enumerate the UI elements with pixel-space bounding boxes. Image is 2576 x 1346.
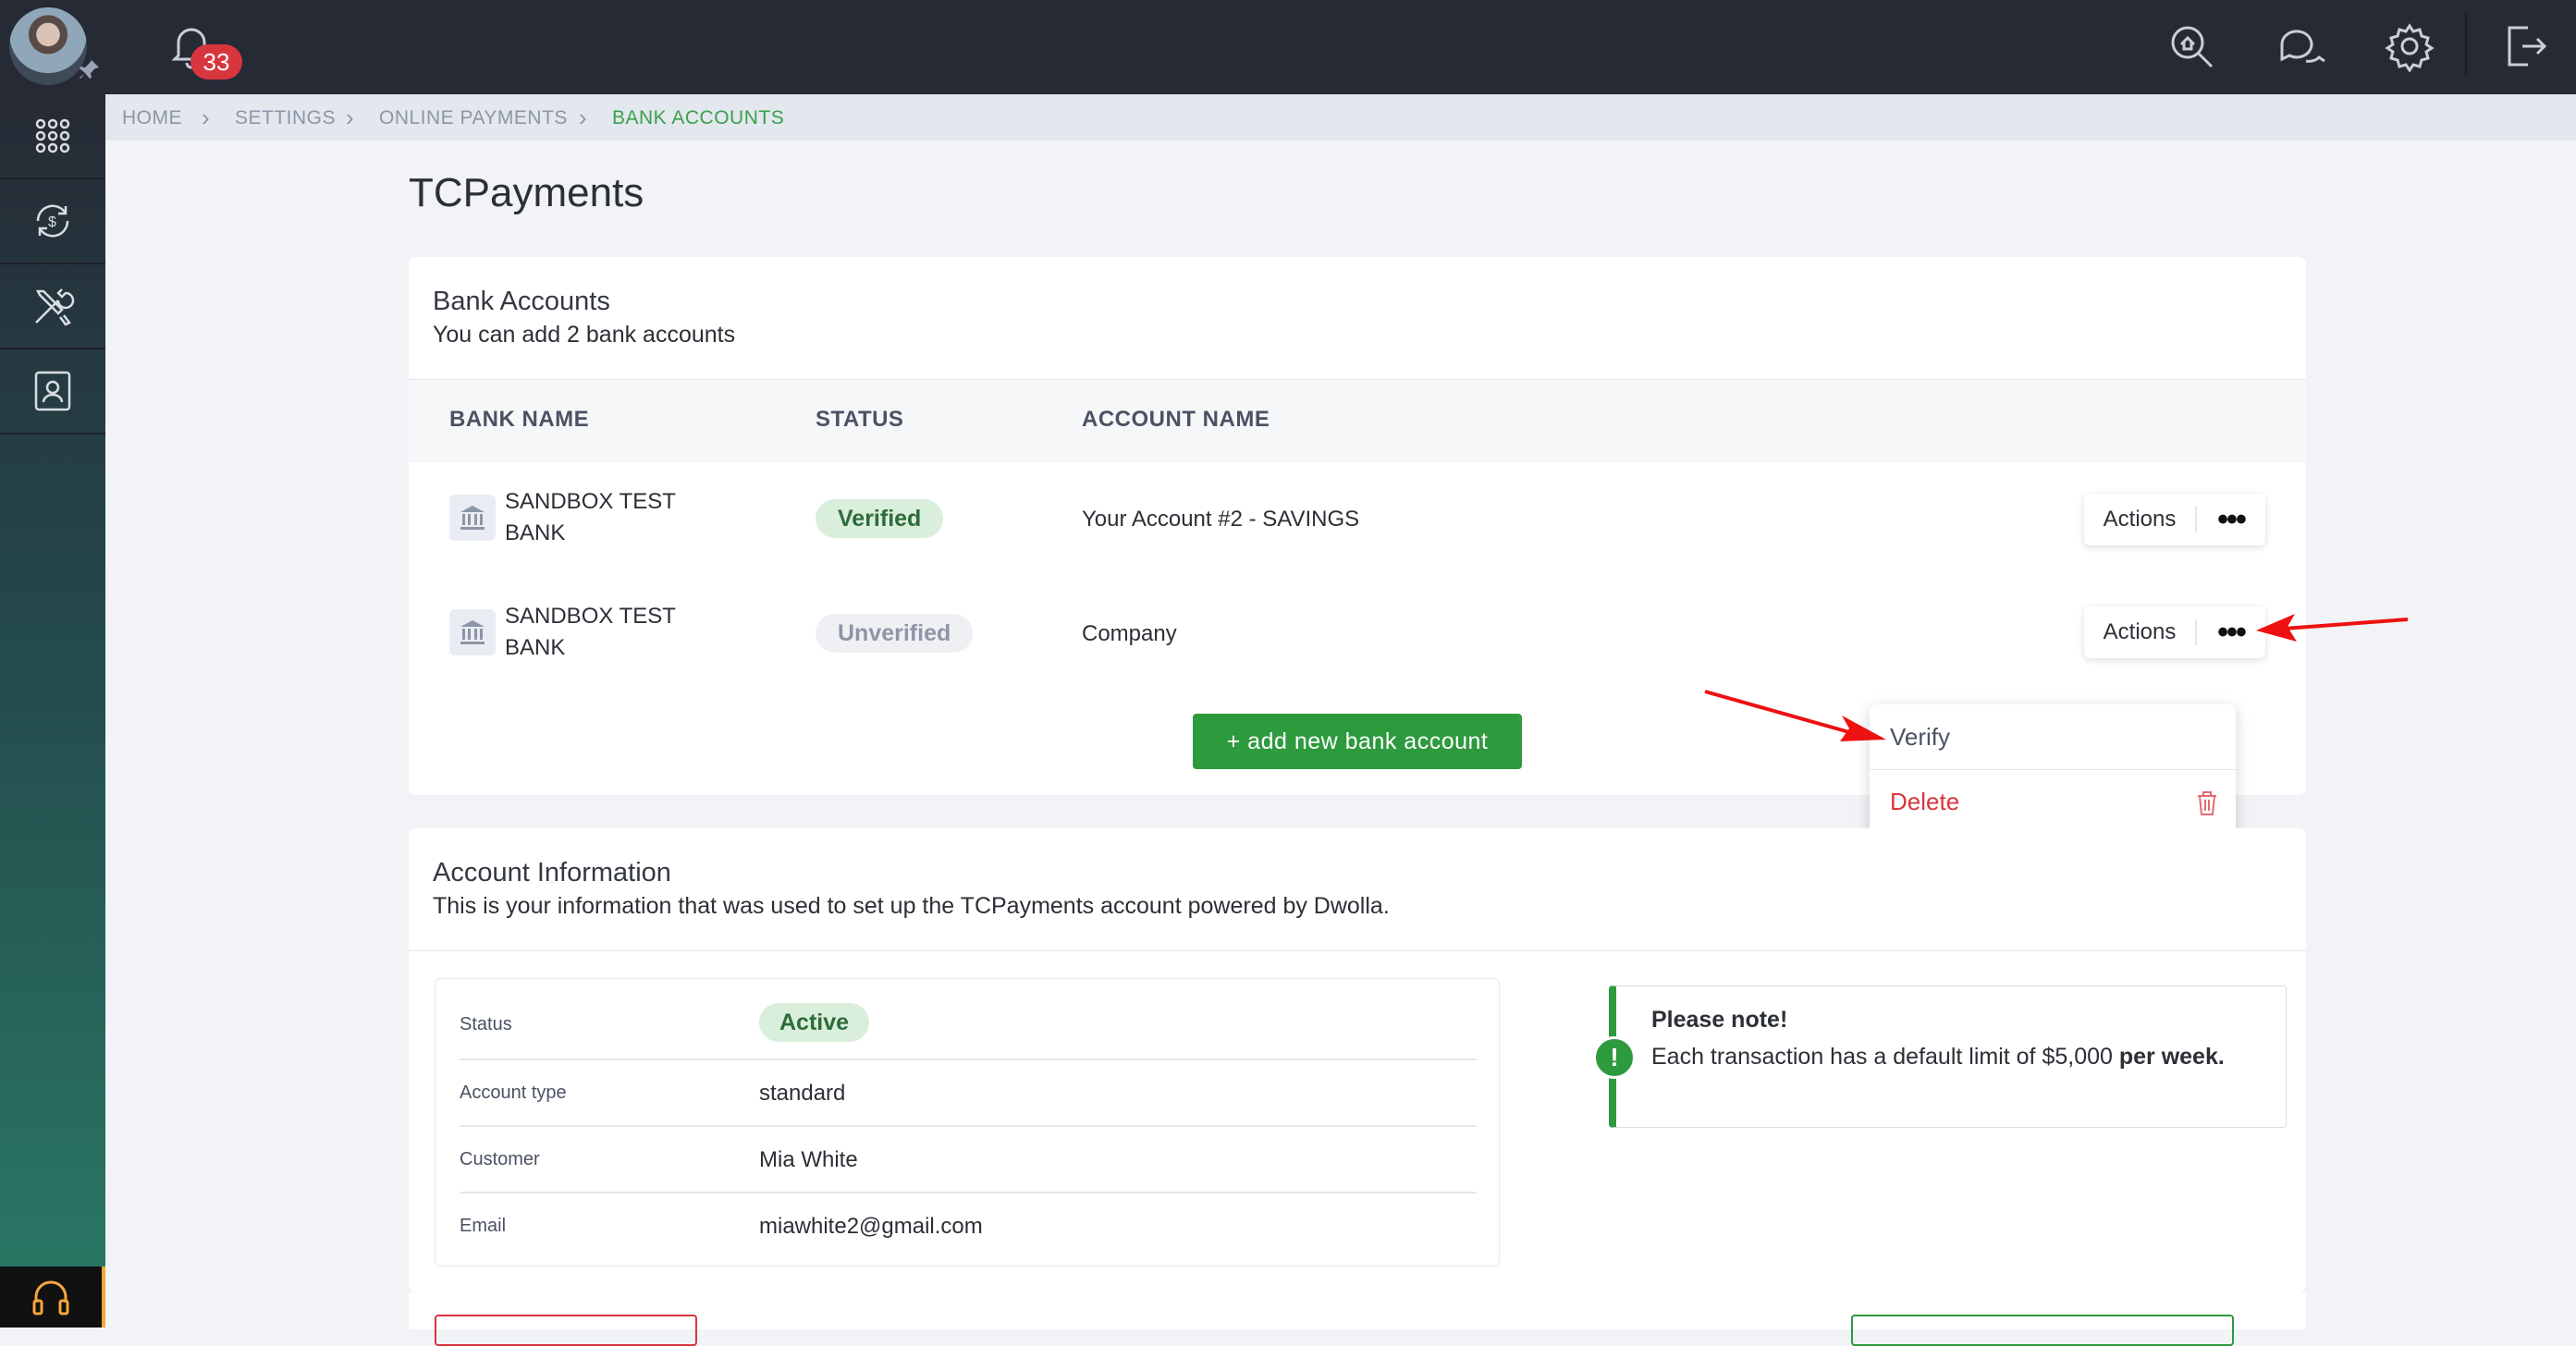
sidebar: $ (0, 94, 105, 1328)
status-badge: Active (759, 1003, 870, 1042)
add-bank-account-button[interactable]: + add new bank account (1193, 714, 1522, 769)
note-text: Each transaction has a default limit of … (1651, 1044, 2225, 1070)
sidebar-item-payments[interactable]: $ (0, 179, 105, 264)
logout-icon[interactable] (2498, 20, 2550, 72)
divider (409, 950, 2306, 951)
gear-icon[interactable] (2384, 20, 2435, 73)
menu-divider (1870, 769, 2236, 770)
account-name: Your Account #2 - SAVINGS (1082, 507, 1360, 532)
danger-button[interactable] (435, 1315, 697, 1346)
trash-icon[interactable] (2195, 789, 2219, 817)
page-title: TCPayments (409, 170, 644, 215)
avatar[interactable] (9, 7, 87, 85)
svg-text:$: $ (48, 214, 56, 230)
actions-button[interactable]: Actions ••• (2084, 606, 2265, 658)
primary-button[interactable] (1851, 1315, 2234, 1346)
field-value-account-type: standard (759, 1081, 846, 1106)
column-bank-name: BANK NAME (449, 407, 590, 432)
topbar-divider (2465, 13, 2467, 76)
field-label-account-type: Account type (460, 1083, 567, 1103)
sidebar-item-contacts[interactable] (0, 349, 105, 434)
note-callout: ! Please note! Each transaction has a de… (1593, 985, 2287, 1128)
sidebar-item-tools[interactable] (0, 264, 105, 349)
breadcrumb-home[interactable]: HOME (122, 107, 182, 129)
annotation-arrow-icon (2256, 614, 2409, 642)
column-account-name: ACCOUNT NAME (1082, 407, 1270, 432)
support-button[interactable] (0, 1266, 105, 1328)
contact-card-icon (34, 371, 71, 411)
bank-icon (449, 495, 496, 541)
chevron-right-icon: › (579, 104, 587, 131)
account-details-box: Status Active Account type standard Cust… (435, 978, 1500, 1266)
actions-label[interactable]: Actions (2084, 619, 2197, 645)
bank-accounts-title: Bank Accounts (433, 287, 610, 316)
pin-icon (78, 57, 102, 81)
money-cycle-icon: $ (36, 204, 69, 238)
bank-name: SANDBOX TEST BANK (505, 604, 676, 660)
search-icon[interactable] (2165, 20, 2217, 72)
top-bar: 33 (0, 0, 2576, 94)
account-info-title: Account Information (433, 858, 671, 887)
annotation-arrow-icon (1704, 690, 1886, 741)
chat-icon[interactable] (2275, 20, 2326, 72)
breadcrumb-online-payments[interactable]: ONLINE PAYMENTS (379, 107, 568, 129)
divider (460, 1192, 1477, 1193)
note-title: Please note! (1651, 1007, 1788, 1033)
more-icon[interactable]: ••• (2197, 615, 2265, 651)
chevron-right-icon: › (346, 104, 354, 131)
chevron-right-icon: › (202, 104, 210, 131)
exclamation-icon: ! (1593, 1036, 1636, 1079)
account-info-subtitle: This is your information that was used t… (433, 893, 1390, 919)
table-header (409, 379, 2306, 464)
bank-accounts-subtitle: You can add 2 bank accounts (433, 322, 736, 348)
actions-label[interactable]: Actions (2084, 507, 2197, 532)
sidebar-item-apps[interactable] (0, 94, 105, 179)
bank-name: SANDBOX TEST BANK (505, 489, 676, 545)
actions-button[interactable]: Actions ••• (2084, 494, 2265, 545)
more-icon[interactable]: ••• (2197, 502, 2265, 538)
account-name: Company (1082, 621, 1177, 646)
breadcrumb-settings[interactable]: SETTINGS (235, 107, 336, 129)
menu-item-verify[interactable]: Verify (1890, 723, 1950, 752)
bank-icon (449, 609, 496, 655)
divider (460, 1058, 1477, 1060)
field-label-status: Status (460, 1014, 512, 1034)
column-status: STATUS (816, 407, 904, 432)
tools-icon (35, 288, 75, 326)
notification-badge: 33 (190, 44, 242, 80)
headset-icon (32, 1280, 69, 1315)
field-value-email: miawhite2@gmail.com (759, 1214, 983, 1239)
breadcrumb-bank-accounts: BANK ACCOUNTS (612, 107, 785, 128)
grid-icon (35, 118, 70, 153)
divider (460, 1125, 1477, 1127)
actions-menu: Verify Delete (1870, 704, 2236, 836)
status-badge: Verified (816, 499, 944, 538)
field-value-customer: Mia White (759, 1147, 858, 1172)
status-badge: Unverified (816, 614, 974, 653)
field-label-customer: Customer (460, 1149, 540, 1169)
menu-item-delete[interactable]: Delete (1890, 788, 1959, 816)
field-label-email: Email (460, 1216, 507, 1236)
